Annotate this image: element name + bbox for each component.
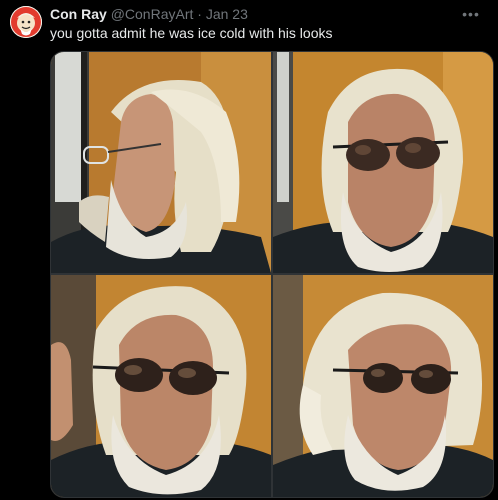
tweet-date[interactable]: Jan 23 bbox=[206, 6, 248, 22]
photo-4[interactable] bbox=[273, 275, 493, 497]
header-separator: · bbox=[197, 6, 202, 22]
author-name[interactable]: Con Ray bbox=[50, 6, 107, 22]
media-grid bbox=[50, 51, 494, 498]
photo-4-image bbox=[273, 275, 493, 497]
photo-1[interactable] bbox=[51, 52, 271, 273]
photo-2-image bbox=[273, 52, 493, 273]
photo-3[interactable] bbox=[51, 275, 271, 497]
tweet-header: Con Ray @ConRayArt · Jan 23 ••• bbox=[50, 5, 488, 23]
photo-2[interactable] bbox=[273, 52, 493, 273]
tweet[interactable]: Con Ray @ConRayArt · Jan 23 ••• you gott… bbox=[0, 0, 498, 500]
author-avatar[interactable] bbox=[10, 6, 42, 38]
photo-1-image bbox=[51, 52, 271, 273]
tweet-text: you gotta admit he was ice cold with his… bbox=[50, 25, 333, 41]
more-horizontal-icon[interactable]: ••• bbox=[462, 7, 480, 21]
photo-3-image bbox=[51, 275, 271, 497]
author-handle[interactable]: @ConRayArt bbox=[111, 6, 194, 22]
